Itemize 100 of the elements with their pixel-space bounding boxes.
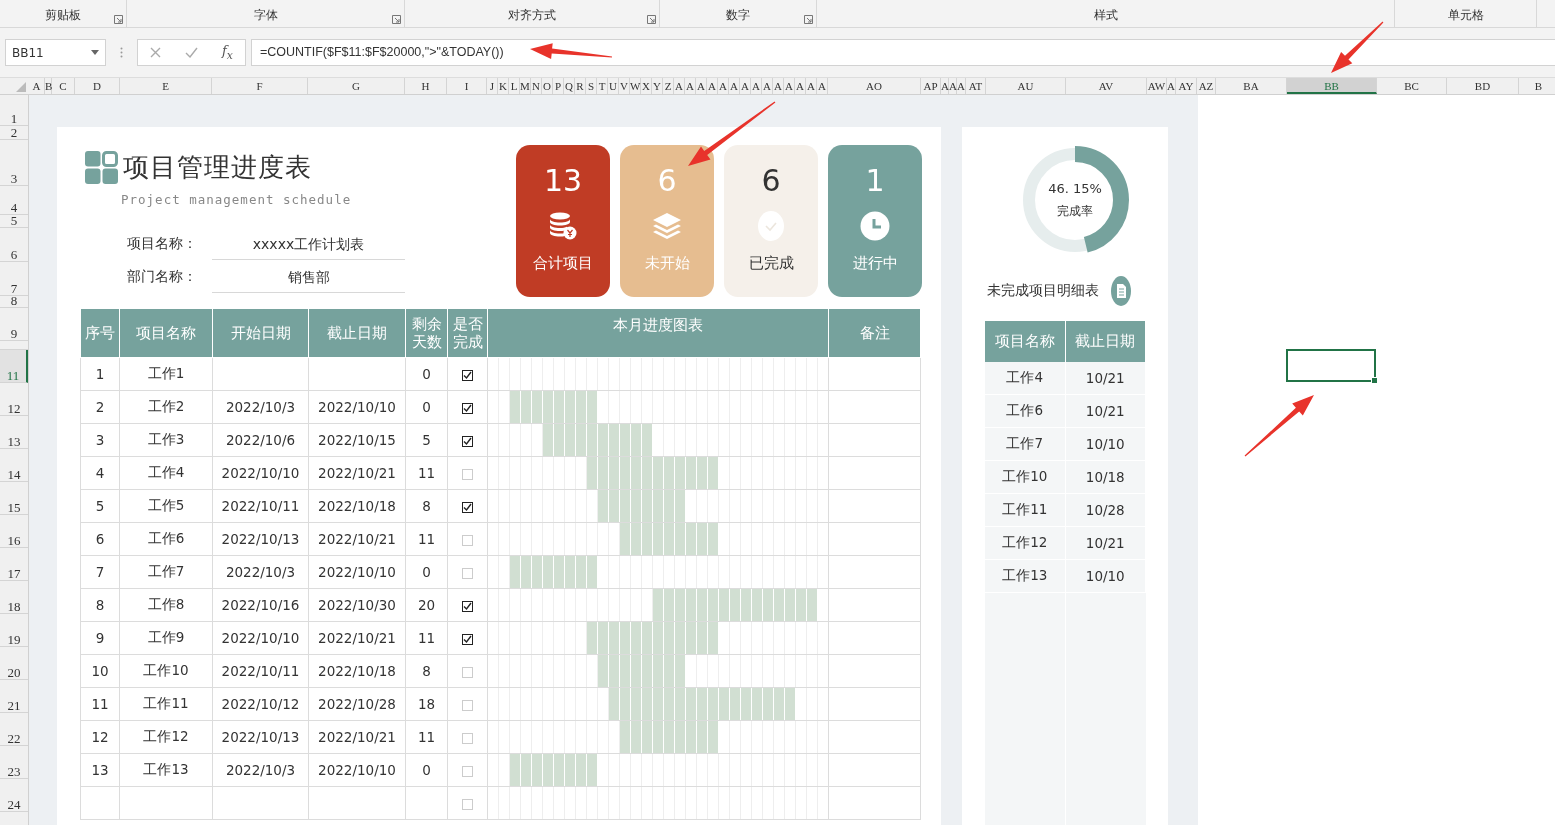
column-header[interactable]: AO [828,78,921,94]
row-header[interactable]: 1 [0,95,28,126]
column-header[interactable]: AP [921,78,941,94]
column-header[interactable]: A [707,78,718,94]
row-header[interactable]: 21 [0,680,28,713]
column-header[interactable]: B [1519,78,1555,94]
column-header[interactable]: BB [1287,78,1377,94]
column-header[interactable]: A [795,78,806,94]
column-header[interactable]: A [1167,78,1176,94]
column-header[interactable]: A [674,78,685,94]
column-header[interactable]: R [575,78,586,94]
dialog-launcher-icon[interactable] [392,15,401,24]
enter-icon[interactable] [185,47,198,58]
dialog-launcher-icon[interactable] [804,15,813,24]
row-header[interactable]: 3 [0,140,28,186]
row-header[interactable]: 17 [0,548,28,581]
column-header[interactable]: X [641,78,652,94]
checkbox[interactable] [462,435,473,447]
column-header[interactable]: G [308,78,405,94]
column-header[interactable]: Q [564,78,575,94]
column-header[interactable]: P [553,78,564,94]
column-header[interactable]: AW [1147,78,1167,94]
more-icon[interactable] [120,47,123,58]
table-cell: 10/18 [1065,461,1146,494]
formula-field[interactable]: =COUNTIF($F$11:$F$20000,">"&TODAY()) [251,39,1555,66]
cancel-icon[interactable] [150,47,161,58]
column-header[interactable]: AV [1066,78,1147,94]
row-header[interactable]: 9 [0,308,28,341]
row-header[interactable]: 23 [0,746,28,779]
column-header[interactable]: A [784,78,795,94]
column-header[interactable]: A [751,78,762,94]
row-header[interactable]: 5 [0,215,28,228]
checkbox[interactable] [462,501,473,513]
table-cell: 2022/10/3 [225,762,296,778]
column-header[interactable]: A [718,78,729,94]
column-header[interactable]: O [542,78,553,94]
column-header[interactable]: AZ [1197,78,1216,94]
column-header[interactable]: E [120,78,212,94]
column-header[interactable]: AU [986,78,1066,94]
checkbox[interactable] [462,633,473,645]
column-header[interactable]: D [75,78,120,94]
column-header[interactable]: V [619,78,630,94]
row-header[interactable]: 24 [0,779,28,812]
column-header[interactable]: A [949,78,957,94]
column-header[interactable]: Y [652,78,663,94]
selected-cell[interactable] [1286,349,1376,382]
column-header[interactable]: A [729,78,740,94]
column-header[interactable]: A [957,78,966,94]
dialog-launcher-icon[interactable] [647,15,656,24]
row-header[interactable]: 14 [0,449,28,482]
column-header[interactable]: Z [663,78,674,94]
name-box[interactable]: BB11 [5,39,106,66]
row-header[interactable]: 7 [0,262,28,296]
row-header[interactable]: 8 [0,296,28,308]
row-header[interactable]: 18 [0,581,28,614]
column-header[interactable]: A [806,78,817,94]
column-header[interactable]: T [597,78,608,94]
checkbox[interactable] [462,369,473,381]
column-header[interactable]: M [520,78,531,94]
column-header[interactable]: A [941,78,949,94]
column-header[interactable]: K [498,78,509,94]
row-header[interactable]: 16 [0,515,28,548]
column-header[interactable]: U [608,78,619,94]
column-header[interactable]: W [630,78,641,94]
column-header[interactable]: A [817,78,828,94]
row-header[interactable]: 6 [0,228,28,262]
row-header[interactable]: 15 [0,482,28,515]
row-header[interactable]: 13 [0,416,28,449]
column-header[interactable]: C [52,78,75,94]
column-header[interactable]: BC [1377,78,1447,94]
row-header[interactable]: 2 [0,126,28,140]
column-header[interactable]: N [531,78,542,94]
row-header[interactable]: 12 [0,383,28,416]
column-header[interactable]: I [447,78,487,94]
table-cell: 7 [95,564,105,580]
table-cell: 工作10 [985,461,1066,494]
insert-function-button[interactable]: f$_{x}$ [222,43,233,62]
checkbox[interactable] [462,600,473,612]
column-header[interactable]: A [762,78,773,94]
column-header[interactable]: S [586,78,597,94]
column-header[interactable]: F [212,78,308,94]
column-header[interactable]: H [405,78,447,94]
row-header[interactable]: 4 [0,186,28,215]
checkbox[interactable] [462,402,473,414]
column-header[interactable]: AY [1176,78,1197,94]
column-header[interactable]: L [509,78,520,94]
column-header[interactable]: A [740,78,751,94]
column-header[interactable]: AT [966,78,986,94]
column-header[interactable]: BD [1447,78,1519,94]
row-header[interactable]: 19 [0,614,28,647]
row-header[interactable]: 22 [0,713,28,746]
column-header[interactable]: A [773,78,784,94]
row-header[interactable]: 20 [0,647,28,680]
column-header[interactable]: B [45,78,52,94]
column-header[interactable]: J [487,78,498,94]
column-header[interactable]: A [685,78,696,94]
column-header[interactable]: A [696,78,707,94]
row-header[interactable]: 11 [0,350,28,383]
dialog-launcher-icon[interactable] [114,15,123,24]
column-header[interactable]: A [29,78,45,94]
